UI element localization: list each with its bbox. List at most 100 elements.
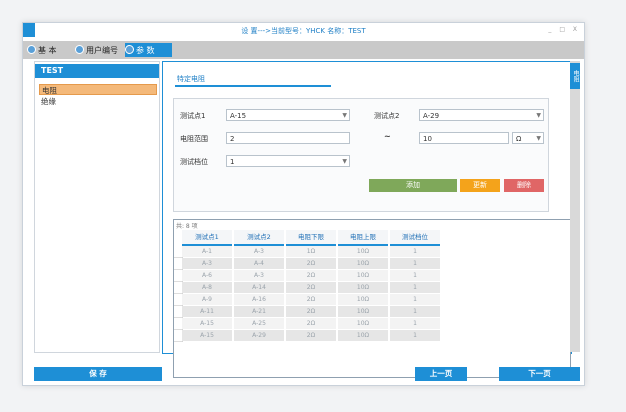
tab-label: 参 数 (136, 46, 155, 55)
window-title: 设 置--->当前型号：YHCK 名称：TEST (241, 27, 366, 35)
prev-page-button[interactable]: 上一页 (415, 367, 467, 381)
tab-parameters[interactable]: 参 数 (125, 43, 172, 57)
delete-button[interactable]: 删除 (504, 179, 544, 192)
table-cell: A-15 (182, 330, 232, 341)
table-cell: 10Ω (338, 294, 388, 305)
item-count: 共: 8 项 (176, 223, 198, 230)
tab-strip: 基 本 用户编号 参 数 (23, 41, 584, 59)
point1-label: 测试点1 (180, 112, 206, 120)
gear-icon (75, 45, 84, 54)
col-upper-limit[interactable]: 电阻上限 (338, 230, 388, 246)
table-cell: 2Ω (286, 318, 336, 329)
resistance-form: 测试点1 A-15 ▼ 测试点2 A-29 ▼ 电阻范围 2 ~ 10 Ω ▼ … (173, 98, 549, 212)
chevron-down-icon: ▼ (536, 112, 541, 119)
table-cell: A-3 (182, 258, 232, 269)
table-cell: A-14 (234, 282, 284, 293)
table-cell: 2Ω (286, 306, 336, 317)
col-point1[interactable]: 测试点1 (182, 230, 232, 246)
range-min-input[interactable]: 2 (226, 132, 350, 144)
table-cell: A-15 (182, 318, 232, 329)
table-cell: 1 (390, 318, 440, 329)
gear-label: 测试档位 (180, 158, 208, 166)
point2-value: A-29 (423, 112, 440, 120)
table-row[interactable]: A-3 A-4 2Ω 10Ω 1 (174, 258, 440, 270)
table-cell: A-1 (182, 246, 232, 257)
table-cell: A-29 (234, 330, 284, 341)
table-cell: 1 (390, 282, 440, 293)
table-cell: 10Ω (338, 270, 388, 281)
table-cell: 1 (390, 246, 440, 257)
table-cell: A-25 (234, 318, 284, 329)
table-row[interactable]: A-9 A-16 2Ω 10Ω 1 (174, 294, 440, 306)
tab-label: 基 本 (38, 46, 57, 55)
table-cell: A-6 (182, 270, 232, 281)
add-button[interactable]: 添加 (369, 179, 457, 192)
range-max-input[interactable]: 10 (419, 132, 509, 144)
table-cell: 1 (390, 294, 440, 305)
tree-item-resistance[interactable]: 电阻 (39, 84, 157, 95)
table-cell: 1Ω (286, 246, 336, 257)
table-cell: A-8 (182, 282, 232, 293)
col-point2[interactable]: 测试点2 (234, 230, 284, 246)
table-cell: 1 (390, 258, 440, 269)
table-cell: A-4 (234, 258, 284, 269)
save-button[interactable]: 保 存 (34, 367, 162, 381)
table-cell: A-3 (234, 246, 284, 257)
chevron-down-icon: ▼ (342, 158, 347, 165)
table-cell: 10Ω (338, 306, 388, 317)
table-row[interactable]: A-15 A-25 2Ω 10Ω 1 (174, 318, 440, 330)
col-gear[interactable]: 测试档位 (390, 230, 440, 246)
next-page-button[interactable]: 下一页 (499, 367, 580, 381)
unit-value: Ω (516, 135, 522, 143)
range-separator: ~ (384, 132, 391, 141)
gear-icon (125, 45, 134, 54)
table-cell: A-21 (234, 306, 284, 317)
tree-item-insulation[interactable]: 绝缘 (39, 96, 157, 107)
table-cell: 10Ω (338, 330, 388, 341)
table-row[interactable]: A-6 A-3 2Ω 10Ω 1 (174, 270, 440, 282)
settings-window: 设 置--->当前型号：YHCK 名称：TEST _ □ X 基 本 用户编号 … (22, 22, 585, 386)
table-row[interactable]: A-11 A-21 2Ω 10Ω 1 (174, 306, 440, 318)
point2-select[interactable]: A-29 ▼ (419, 109, 544, 121)
gear-value: 1 (230, 158, 235, 166)
tab-basic[interactable]: 基 本 (27, 43, 76, 57)
subtab-specific-resistance[interactable]: 特定电阻 (177, 74, 205, 84)
col-lower-limit[interactable]: 电阻下限 (286, 230, 336, 246)
test-tree-panel: TEST 电阻 绝缘 (34, 61, 160, 353)
main-panel: 特定电阻 测试点1 A-15 ▼ 测试点2 A-29 ▼ 电阻范围 2 ~ 10… (162, 61, 572, 378)
table-cell: A-16 (234, 294, 284, 305)
point1-value: A-15 (230, 112, 247, 120)
gear-select[interactable]: 1 ▼ (226, 155, 350, 167)
tree-header: TEST (35, 64, 159, 78)
point1-select[interactable]: A-15 ▼ (226, 109, 350, 121)
range-label: 电阻范围 (180, 135, 208, 143)
table-cell: 2Ω (286, 258, 336, 269)
table-cell: 2Ω (286, 294, 336, 305)
chevron-down-icon: ▼ (536, 135, 541, 142)
point2-label: 测试点2 (374, 112, 400, 120)
window-controls[interactable]: _ □ X (548, 26, 580, 33)
sidebar-label[interactable]: 电阻 (570, 63, 580, 89)
subtab-underline (175, 85, 331, 87)
table-row[interactable]: A-8 A-14 2Ω 10Ω 1 (174, 282, 440, 294)
update-button[interactable]: 更新 (460, 179, 500, 192)
chevron-down-icon: ▼ (342, 112, 347, 119)
tab-label: 用户编号 (86, 46, 118, 55)
table-cell: 10Ω (338, 258, 388, 269)
table-cell: A-3 (234, 270, 284, 281)
title-bar: 设 置--->当前型号：YHCK 名称：TEST _ □ X (23, 23, 584, 37)
table-row[interactable]: A-15 A-29 2Ω 10Ω 1 (174, 330, 440, 342)
gear-icon (27, 45, 36, 54)
table-cell: 2Ω (286, 330, 336, 341)
table-cell: 10Ω (338, 318, 388, 329)
table-cell: A-11 (182, 306, 232, 317)
table-cell: 1 (390, 270, 440, 281)
table-cell: 10Ω (338, 282, 388, 293)
table-cell: 1 (390, 306, 440, 317)
table-row[interactable]: A-1 A-3 1Ω 10Ω 1 (174, 246, 440, 258)
right-sidebar: 电阻 (570, 61, 580, 352)
table-cell: 1 (390, 330, 440, 341)
table-cell: 10Ω (338, 246, 388, 257)
unit-select[interactable]: Ω ▼ (512, 132, 544, 144)
table-cell: 2Ω (286, 282, 336, 293)
